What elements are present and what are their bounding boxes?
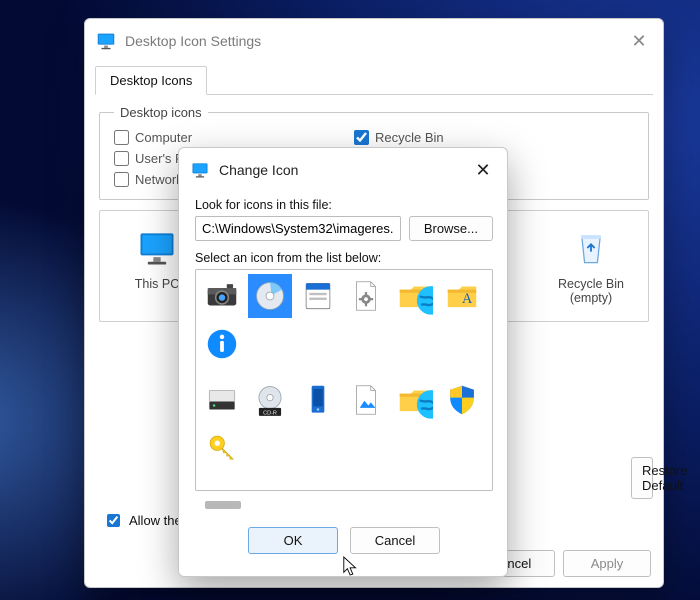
checkbox-computer[interactable]: Computer	[114, 130, 334, 145]
preview-label: Recycle Bin (empty)	[548, 277, 634, 305]
ok-button[interactable]: OK	[248, 527, 338, 554]
checkbox-label: Computer	[135, 130, 192, 145]
dialog-title: Change Icon	[219, 162, 469, 178]
icon-list[interactable]: ACD-RCD-ROMCD-RW	[195, 269, 493, 491]
desktop-settings-icon	[95, 30, 117, 52]
folder-globe2-icon[interactable]	[392, 378, 436, 422]
settings-file-icon[interactable]	[344, 274, 388, 318]
icon-path-input[interactable]	[195, 216, 401, 241]
look-for-label: Look for icons in this file:	[195, 198, 493, 212]
info-icon[interactable]	[200, 322, 244, 366]
user-group-icon[interactable]	[440, 482, 484, 486]
shield-icon[interactable]	[440, 378, 484, 422]
recycle-bin-icon	[568, 225, 614, 271]
svg-text:CD-R: CD-R	[263, 410, 277, 416]
fieldset-legend: Desktop icons	[114, 105, 208, 120]
svg-text:A: A	[462, 291, 473, 307]
browse-button[interactable]: Browse...	[409, 216, 493, 241]
checkbox-network-input[interactable]	[114, 172, 129, 187]
drive-question-icon[interactable]	[392, 482, 436, 486]
checkbox-recycle-bin[interactable]: Recycle Bin	[354, 130, 574, 145]
disc-cdrom-icon[interactable]: CD-ROM	[248, 482, 292, 486]
portable-device-icon[interactable]	[296, 378, 340, 422]
checkbox-users-files-input[interactable]	[114, 151, 129, 166]
camera-icon[interactable]	[200, 274, 244, 318]
change-icon-app-icon	[189, 159, 211, 181]
titlebar: Change Icon ✕	[179, 148, 507, 192]
restore-default-button[interactable]: Restore Default	[631, 457, 653, 499]
apply-button[interactable]: Apply	[563, 550, 651, 577]
horizontal-scrollbar[interactable]	[195, 497, 493, 513]
photo-file2-icon[interactable]	[344, 482, 388, 486]
change-icon-dialog: Change Icon ✕ Look for icons in this fil…	[178, 147, 508, 577]
titlebar: Desktop Icon Settings ✕	[85, 19, 663, 63]
tab-desktop-icons[interactable]: Desktop Icons	[95, 66, 207, 95]
tab-strip: Desktop Icons	[95, 65, 653, 95]
checkbox-label: Network	[135, 172, 183, 187]
preview-recycle-empty[interactable]: Recycle Bin (empty)	[548, 225, 634, 305]
close-button[interactable]: ✕	[469, 156, 497, 184]
key-icon[interactable]	[200, 426, 244, 470]
checkbox-recycle-bin-input[interactable]	[354, 130, 369, 145]
allow-themes-input[interactable]	[107, 514, 120, 527]
window-icon[interactable]	[296, 274, 340, 318]
checkbox-computer-input[interactable]	[114, 130, 129, 145]
disc-blue-icon[interactable]	[248, 274, 292, 318]
settings-file2-icon[interactable]	[296, 482, 340, 486]
hard-drive-icon[interactable]	[200, 378, 244, 422]
disc-cdr-icon[interactable]: CD-R	[248, 378, 292, 422]
monitor-icon	[134, 225, 180, 271]
photo-file-icon[interactable]	[344, 378, 388, 422]
checkbox-label: Recycle Bin	[375, 130, 444, 145]
select-icon-label: Select an icon from the list below:	[195, 251, 493, 265]
cancel-button[interactable]: Cancel	[350, 527, 440, 554]
dialog-title: Desktop Icon Settings	[125, 33, 625, 49]
folder-letter-icon[interactable]: A	[440, 274, 484, 318]
scrollbar-thumb[interactable]	[205, 501, 241, 509]
close-button[interactable]: ✕	[625, 27, 653, 55]
folder-globe-icon[interactable]	[392, 274, 436, 318]
lock-icon[interactable]	[200, 482, 244, 486]
